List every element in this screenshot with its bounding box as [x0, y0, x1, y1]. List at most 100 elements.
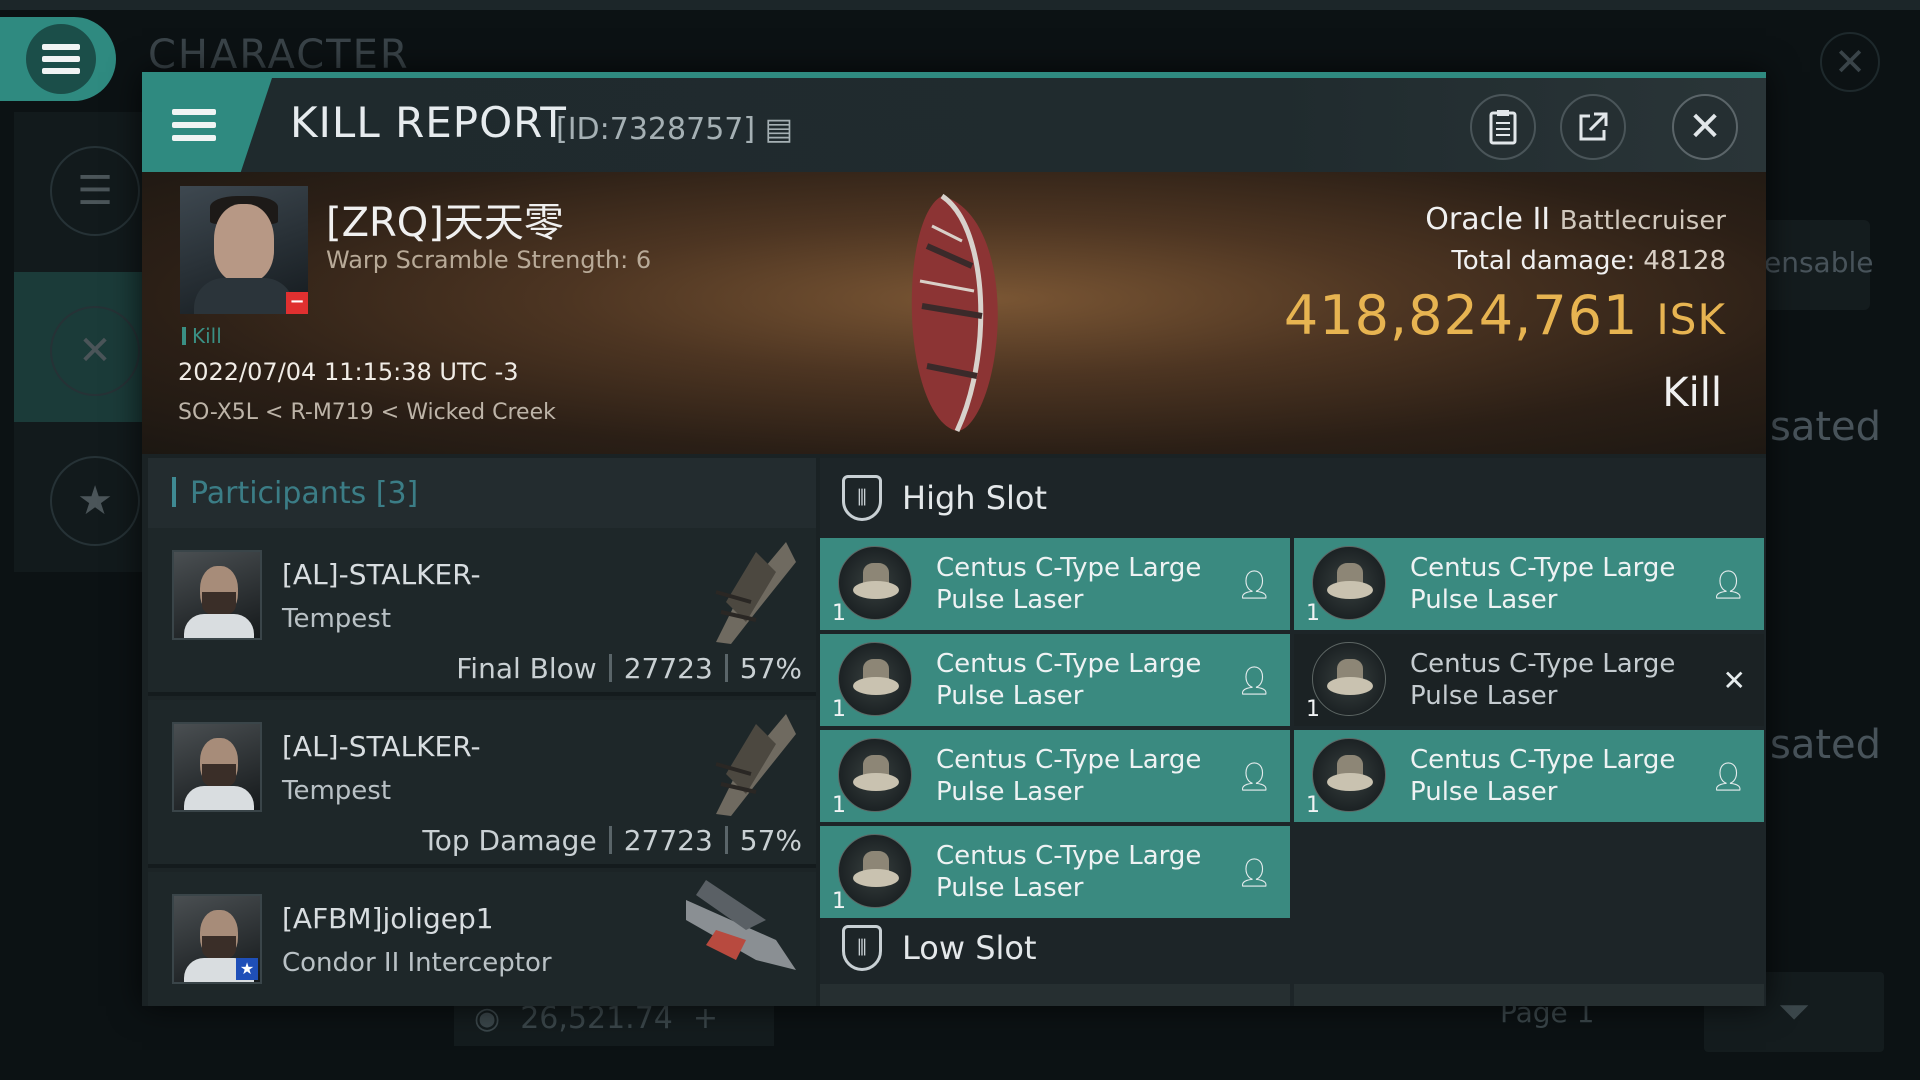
module-name: Centus C-Type Large Pulse Laser	[936, 649, 1202, 711]
kill-report-modal: KILL REPORT [ID:7328757] ▤ ✕ − [ZRQ]天天零 …	[142, 72, 1766, 1006]
participant-name: [AFBM]joligep1	[282, 902, 494, 935]
ship-name-text: Oracle II	[1425, 202, 1551, 237]
pulse-laser-icon	[838, 738, 912, 812]
module-quantity: 1	[832, 793, 846, 818]
victim-banner: − [ZRQ]天天零 Warp Scramble Strength: 6 Kil…	[142, 172, 1766, 454]
participant-name: [AL]-STALKER-	[282, 558, 481, 591]
close-button[interactable]: ✕	[1672, 94, 1738, 160]
participant-damage: 27723	[623, 652, 713, 685]
participant-stats: Final Blow 27723 57%	[456, 652, 802, 685]
sidebar-menu-icon[interactable]: ☰	[50, 146, 140, 236]
clipboard-button[interactable]	[1470, 94, 1536, 160]
high-slot-label: High Slot	[902, 479, 1048, 517]
avatar	[172, 550, 262, 640]
module-quantity: 1	[1306, 697, 1320, 722]
participants-panel: Participants [3] [AL]-STALKER- Tempest F…	[148, 458, 816, 1006]
module-item[interactable]: 1 Centus C-Type Large Pulse Laser ✕	[1294, 634, 1764, 726]
participant-ship: Tempest	[282, 604, 392, 634]
close-icon: ✕	[1688, 104, 1722, 150]
kill-report-header: KILL REPORT [ID:7328757] ▤ ✕	[142, 78, 1766, 172]
module-name: Centus C-Type Large Pulse Laser	[1410, 553, 1676, 615]
top-bar	[0, 0, 1920, 10]
isk-value: 418,824,761 ISK	[1284, 284, 1726, 347]
avatar: ★	[172, 894, 262, 984]
participant-row[interactable]: ★ [AFBM]joligep1 Condor II Interceptor	[148, 872, 816, 1006]
pulse-laser-icon	[838, 834, 912, 908]
person-icon: 👤︎	[1236, 664, 1272, 697]
background-text-2: sated	[1770, 404, 1882, 450]
module-item[interactable]: 1 Centus C-Type Large Pulse Laser 👤︎	[820, 826, 1290, 918]
share-icon	[1579, 112, 1608, 141]
person-icon: 👤︎	[1236, 856, 1272, 889]
participants-heading: Participants [3]	[148, 458, 816, 528]
pulse-laser-icon	[1312, 738, 1386, 812]
module-quantity: 1	[832, 601, 846, 626]
ship-class-text: Battlecruiser	[1559, 206, 1726, 236]
pulse-laser-icon	[838, 546, 912, 620]
module-item[interactable]: 1 Centus C-Type Large Pulse Laser 👤︎	[1294, 538, 1764, 630]
copy-icon[interactable]: ▤	[765, 112, 793, 147]
kill-report-id[interactable]: [ID:7328757] ▤	[556, 112, 793, 147]
module-item[interactable]: 1 Centus C-Type Large Pulse Laser 👤︎	[1294, 730, 1764, 822]
isk-amount: 418,824,761	[1283, 284, 1639, 347]
participant-row[interactable]: [AL]-STALKER- Tempest Final Blow 27723 57%	[148, 528, 816, 696]
module-name: Centus C-Type Large Pulse Laser	[1410, 649, 1676, 711]
low-slot-item-partial[interactable]	[820, 984, 1290, 1006]
module-quantity: 1	[1306, 601, 1320, 626]
participant-stats: Top Damage 27723 57%	[422, 824, 802, 857]
background-close-icon[interactable]: ✕	[1820, 32, 1880, 92]
participant-row[interactable]: [AL]-STALKER- Tempest Top Damage 27723 57%	[148, 700, 816, 868]
kill-location[interactable]: SO-X5L < R-M719 < Wicked Creek	[178, 400, 556, 425]
pulse-laser-icon	[1312, 642, 1386, 716]
tempest-ship-icon	[715, 714, 796, 816]
victim-ship-image[interactable]	[902, 186, 1012, 436]
low-slot-label: Low Slot	[902, 929, 1037, 967]
participant-name: [AL]-STALKER-	[282, 730, 481, 763]
high-slot-heading: ⫴ High Slot	[820, 458, 1766, 538]
person-icon: 👤︎	[1710, 568, 1746, 601]
module-item[interactable]: 1 Centus C-Type Large Pulse Laser 👤︎	[820, 730, 1290, 822]
main-menu-button[interactable]	[0, 17, 116, 101]
avatar	[172, 722, 262, 812]
module-name: Centus C-Type Large Pulse Laser	[936, 553, 1202, 615]
module-name: Centus C-Type Large Pulse Laser	[1410, 745, 1676, 807]
participant-percent: 57%	[739, 652, 802, 685]
background-text-1: ensable	[1764, 246, 1874, 279]
person-icon: 👤︎	[1236, 568, 1272, 601]
person-icon: 👤︎	[1236, 760, 1272, 793]
fitting-panel: ⫴ High Slot 1 Centus C-Type Large Pulse …	[820, 458, 1766, 1006]
kill-datetime: 2022/07/04 11:15:38 UTC -3	[178, 358, 519, 386]
participant-damage: 27723	[623, 824, 713, 857]
module-item[interactable]: 1 Centus C-Type Large Pulse Laser 👤︎	[820, 538, 1290, 630]
module-quantity: 1	[832, 697, 846, 722]
sidebar-combat-icon[interactable]: ✕	[50, 306, 140, 396]
clipboard-icon	[1489, 110, 1517, 145]
victim-subtitle: Warp Scramble Strength: 6	[326, 246, 652, 274]
total-damage-label: Total damage:	[1451, 246, 1636, 276]
victim-ship[interactable]: Oracle II Battlecruiser	[1425, 202, 1726, 237]
participant-percent: 57%	[739, 824, 802, 857]
total-damage-value: 48128	[1643, 246, 1726, 276]
low-slot-icon: ⫴	[842, 925, 882, 971]
isk-unit: ISK	[1656, 295, 1726, 344]
low-slot-item-partial[interactable]	[1294, 984, 1764, 1006]
hamburger-menu-icon[interactable]	[142, 78, 272, 172]
module-name: Centus C-Type Large Pulse Laser	[936, 745, 1202, 807]
share-button[interactable]	[1560, 94, 1626, 160]
participant-ship: Condor II Interceptor	[282, 948, 552, 978]
condor-ship-icon	[686, 880, 796, 970]
sidebar-star-icon[interactable]: ★	[50, 456, 140, 546]
low-slot-heading: ⫴ Low Slot	[820, 908, 1766, 988]
pulse-laser-icon	[1312, 546, 1386, 620]
total-damage: Total damage: 48128	[1451, 246, 1726, 276]
participant-role: Top Damage	[422, 824, 597, 857]
victim-name[interactable]: [ZRQ]天天零	[326, 190, 564, 248]
kill-result: Kill	[1662, 370, 1722, 416]
high-slot-icon: ⫴	[842, 475, 882, 521]
module-item[interactable]: 1 Centus C-Type Large Pulse Laser 👤︎	[820, 634, 1290, 726]
module-quantity: 1	[1306, 793, 1320, 818]
participant-role: Final Blow	[456, 652, 597, 685]
background-text-3: sated	[1770, 722, 1882, 768]
standing-badge-icon: −	[286, 292, 308, 314]
kill-id-text: [ID:7328757]	[556, 112, 756, 147]
